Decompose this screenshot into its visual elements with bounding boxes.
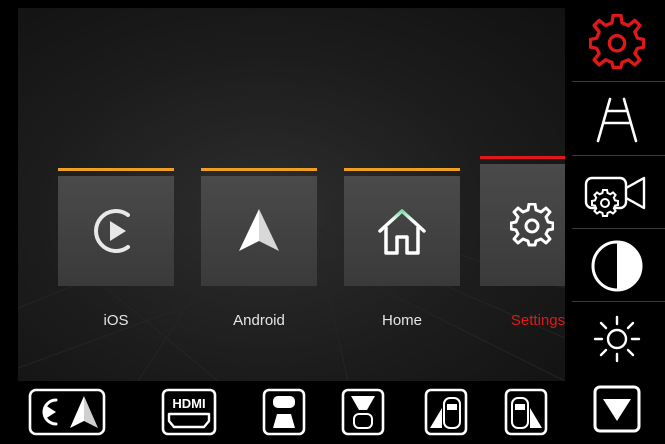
- tile-accent-bar: [344, 168, 460, 171]
- tile-ios-box[interactable]: [58, 176, 174, 286]
- tile-accent-bar: [58, 168, 174, 171]
- contrast-icon: [591, 240, 642, 291]
- tile-home-box[interactable]: [344, 176, 460, 286]
- tile-android[interactable]: [201, 168, 317, 286]
- tile-home[interactable]: [344, 168, 460, 286]
- sidebar-divider: [572, 228, 665, 229]
- front-camera-icon: [262, 388, 306, 436]
- hdmi-label: HDMI: [172, 396, 205, 411]
- settings-icon: [510, 203, 554, 247]
- bottom-item-carplay-android[interactable]: [28, 387, 106, 437]
- gear-icon: [588, 13, 645, 69]
- left-camera-icon: [424, 388, 468, 436]
- main-panel: iOS Android Home Settings: [18, 8, 565, 381]
- sidebar-divider: [572, 81, 665, 82]
- tile-settings-box[interactable]: [480, 164, 565, 286]
- scroll-down-icon: [593, 385, 640, 433]
- bottom-item-front-camera[interactable]: [262, 387, 306, 437]
- tile-ios-label: iOS: [103, 312, 129, 329]
- carplay-icon: [94, 209, 130, 253]
- bottom-item-hdmi[interactable]: HDMI: [161, 387, 217, 437]
- brightness-icon: [593, 315, 640, 362]
- sidebar-scroll-down-button[interactable]: [568, 378, 665, 440]
- carplay-android-icon: [28, 388, 106, 436]
- sidebar-item-contrast[interactable]: [568, 230, 665, 301]
- bottom-item-front-rear-camera[interactable]: [341, 387, 385, 437]
- right-camera-icon: [504, 388, 548, 436]
- sidebar-item-settings[interactable]: [568, 6, 665, 77]
- tile-accent-bar: [201, 168, 317, 171]
- sidebar-item-parking-lines[interactable]: [568, 84, 665, 155]
- bottom-item-left-camera[interactable]: [424, 387, 468, 437]
- sidebar-divider: [572, 155, 665, 156]
- front-rear-camera-icon: [341, 388, 385, 436]
- sidebar-item-brightness[interactable]: [568, 303, 665, 374]
- camera-settings-icon: [584, 176, 645, 217]
- tile-home-label: Home: [381, 312, 422, 329]
- tile-accent-bar: [480, 156, 565, 159]
- tile-android-box[interactable]: [201, 176, 317, 286]
- screen: iOS Android Home Settings HDMI: [0, 0, 665, 444]
- android-auto-icon: [239, 209, 279, 251]
- tile-android-label: Android: [233, 312, 285, 329]
- parking-lines-icon: [596, 97, 637, 142]
- sidebar-divider: [572, 301, 665, 302]
- right-sidebar: [566, 0, 665, 444]
- bottom-item-right-camera[interactable]: [504, 387, 548, 437]
- sidebar-item-camera-settings[interactable]: [568, 157, 665, 228]
- home-icon: [378, 209, 426, 255]
- tile-settings[interactable]: [480, 156, 565, 286]
- tile-ios[interactable]: [58, 168, 174, 286]
- hdmi-icon: HDMI: [161, 388, 217, 436]
- tile-settings-label: Settings: [510, 312, 565, 329]
